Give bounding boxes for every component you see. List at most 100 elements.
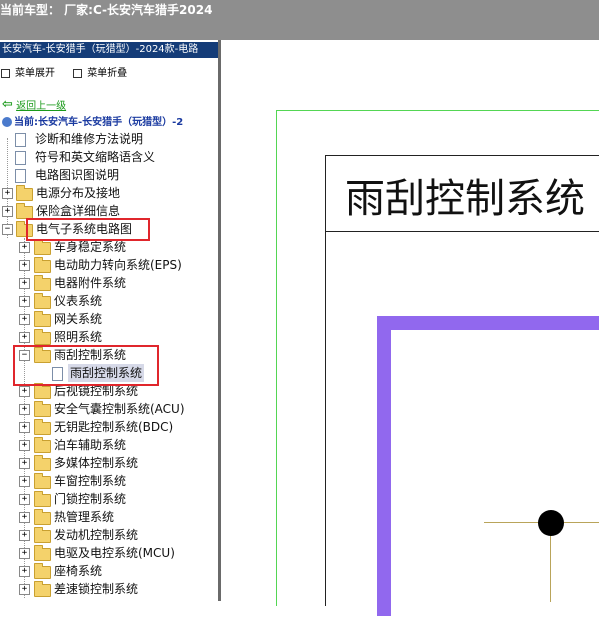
- highlight-box: [26, 218, 150, 241]
- expand-toggle-icon[interactable]: +: [19, 476, 30, 487]
- folder-icon: [34, 509, 51, 525]
- panel-title: 长安汽车-长安猎手（玩猎型）-2024款-电路: [0, 42, 218, 58]
- module-interior: [391, 330, 599, 620]
- tree-item[interactable]: + 门锁控制系统: [0, 490, 218, 508]
- menu-collapse-button[interactable]: 菜单折叠: [72, 64, 127, 79]
- folder-icon: [34, 275, 51, 291]
- expand-toggle-icon[interactable]: +: [19, 242, 30, 253]
- tree-item[interactable]: + 车窗控制系统: [0, 472, 218, 490]
- tree-item[interactable]: 符号和英文缩略语含义: [0, 148, 218, 166]
- top-status-bar: 当前车型： 厂家:C-长安汽车猎手2024: [0, 0, 599, 40]
- expand-toggle-icon[interactable]: +: [19, 548, 30, 559]
- collapse-icon: [73, 68, 83, 78]
- expand-toggle-icon[interactable]: +: [19, 278, 30, 289]
- tree-item-label: 泊车辅助系统: [54, 438, 127, 452]
- tree-item[interactable]: + 安全气囊控制系统(ACU): [0, 400, 218, 418]
- folder-icon: [34, 419, 51, 435]
- current-vehicle-text: 当前车型： 厂家:C-长安汽车猎手2024: [0, 3, 213, 17]
- tree-item-label: 电源分布及接地: [36, 186, 121, 200]
- tree-item[interactable]: 电路图识图说明: [0, 166, 218, 184]
- tree-item-label: 照明系统: [54, 330, 103, 344]
- tree-item-label: 电路图识图说明: [35, 168, 120, 182]
- back-link-row[interactable]: ⇦ 返回上一级: [2, 97, 66, 112]
- expand-toggle-icon[interactable]: +: [19, 440, 30, 451]
- tree-item[interactable]: + 照明系统: [0, 328, 218, 346]
- current-node-row: 当前:长安汽车-长安猎手（玩猎型）-2: [2, 113, 184, 128]
- tree-item-label: 车窗控制系统: [54, 474, 127, 488]
- tree-item-label: 电动助力转向系统(EPS): [54, 258, 182, 272]
- tree-item-label: 热管理系统: [54, 510, 115, 524]
- expand-toggle-icon[interactable]: +: [19, 422, 30, 433]
- tree-item-label: 座椅系统: [54, 564, 103, 578]
- tree-item-label: 网关系统: [54, 312, 103, 326]
- expand-toggle-icon[interactable]: +: [19, 404, 30, 415]
- expand-toggle-icon[interactable]: +: [19, 512, 30, 523]
- tree-item[interactable]: + 发动机控制系统: [0, 526, 218, 544]
- back-link[interactable]: 返回上一级: [16, 101, 66, 112]
- tree-item-label: 发动机控制系统: [54, 528, 139, 542]
- menu-expand-label: 菜单展开: [15, 68, 55, 79]
- tree-item[interactable]: + 差速锁控制系统: [0, 580, 218, 598]
- expand-toggle-icon[interactable]: +: [19, 584, 30, 595]
- expand-toggle-icon[interactable]: +: [2, 206, 13, 217]
- expand-toggle-icon[interactable]: +: [19, 332, 30, 343]
- expand-toggle-icon[interactable]: +: [19, 566, 30, 577]
- current-node-label: 当前:长安汽车-长安猎手（玩猎型）-2: [14, 117, 184, 128]
- folder-icon: [34, 401, 51, 417]
- folder-icon: [34, 581, 51, 597]
- folder-icon: [34, 329, 51, 345]
- tree-item-label: 无钥匙控制系统(BDC): [54, 420, 174, 434]
- expand-toggle-icon[interactable]: +: [19, 386, 30, 397]
- folder-icon: [34, 545, 51, 561]
- tree-item[interactable]: + 电动助力转向系统(EPS): [0, 256, 218, 274]
- tree-item[interactable]: + 泊车辅助系统: [0, 436, 218, 454]
- tree-item-label: 电驱及电控系统(MCU): [54, 546, 175, 560]
- expand-toggle-icon[interactable]: +: [19, 458, 30, 469]
- tree-item[interactable]: + 仪表系统: [0, 292, 218, 310]
- vehicle-icon: [2, 117, 12, 127]
- menu-collapse-label: 菜单折叠: [87, 68, 128, 79]
- folder-icon: [34, 563, 51, 579]
- tree-item[interactable]: + 热管理系统: [0, 508, 218, 526]
- diagram-title: 雨刮控制系统: [345, 176, 585, 222]
- document-icon: [15, 133, 26, 147]
- tree-item[interactable]: 诊断和维修方法说明: [0, 130, 218, 148]
- tree-item[interactable]: + 多媒体控制系统: [0, 454, 218, 472]
- expand-toggle-icon[interactable]: +: [2, 188, 13, 199]
- tree-item[interactable]: + 网关系统: [0, 310, 218, 328]
- folder-icon: [34, 491, 51, 507]
- back-arrow-icon: ⇦: [2, 97, 13, 112]
- folder-icon: [34, 257, 51, 273]
- expand-toggle-icon[interactable]: +: [19, 530, 30, 541]
- tree-item-label: 门锁控制系统: [54, 492, 127, 506]
- tree-item[interactable]: + 座椅系统: [0, 562, 218, 580]
- tree-item[interactable]: + 电驱及电控系统(MCU): [0, 544, 218, 562]
- expand-toggle-icon[interactable]: +: [19, 494, 30, 505]
- folder-icon: [34, 311, 51, 327]
- tree-item-label: 安全气囊控制系统(ACU): [54, 402, 185, 416]
- expand-toggle-icon[interactable]: +: [19, 260, 30, 271]
- tree-item-label: 符号和英文缩略语含义: [35, 150, 156, 164]
- expand-toggle-icon[interactable]: +: [19, 314, 30, 325]
- document-icon: [15, 151, 26, 165]
- tree-item[interactable]: + 无钥匙控制系统(BDC): [0, 418, 218, 436]
- tree-item-label: 电器附件系统: [54, 276, 127, 290]
- folder-icon: [34, 437, 51, 453]
- wire-junction: [538, 510, 564, 536]
- tree-item-label: 诊断和维修方法说明: [35, 132, 144, 146]
- document-icon: [15, 169, 26, 183]
- highlight-box: [13, 345, 159, 386]
- navigation-panel: 长安汽车-长安猎手（玩猎型）-2024款-电路 菜单展开 菜单折叠 ⇦ 返回上一…: [0, 40, 221, 601]
- collapse-toggle-icon[interactable]: −: [2, 224, 13, 235]
- folder-icon: [34, 473, 51, 489]
- folder-icon: [34, 455, 51, 471]
- folder-icon: [16, 185, 33, 201]
- folder-icon: [34, 239, 51, 255]
- title-underline: [325, 231, 599, 232]
- expand-toggle-icon[interactable]: +: [19, 296, 30, 307]
- tree-item[interactable]: + 电源分布及接地: [0, 184, 218, 202]
- menu-expand-button[interactable]: 菜单展开: [0, 64, 55, 79]
- tree-item[interactable]: + 电器附件系统: [0, 274, 218, 292]
- menu-toolbar: 菜单展开 菜单折叠: [0, 64, 141, 80]
- tree-item-label: 差速锁控制系统: [54, 582, 139, 596]
